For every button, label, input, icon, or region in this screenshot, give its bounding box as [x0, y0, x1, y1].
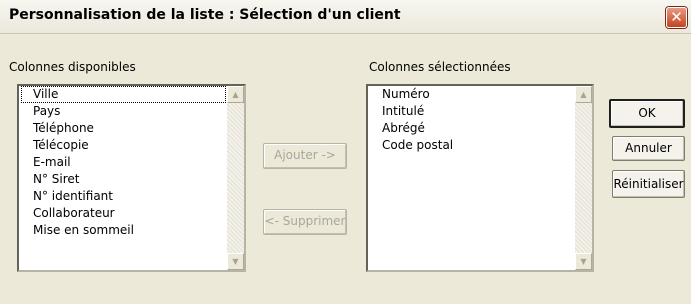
scroll-up-icon[interactable]: ▲	[227, 86, 244, 103]
cancel-button[interactable]: Annuler	[612, 136, 685, 161]
list-item[interactable]: Collaborateur	[21, 205, 226, 222]
list-item[interactable]: Mise en sommeil	[21, 222, 226, 239]
scroll-down-icon[interactable]: ▼	[575, 253, 592, 270]
list-item[interactable]: Intitulé	[370, 103, 574, 120]
list-item[interactable]: E-mail	[21, 154, 226, 171]
selected-items: Numéro Intitulé Abrégé Code postal	[370, 86, 574, 270]
list-item[interactable]: Code postal	[370, 137, 574, 154]
list-item[interactable]: Pays	[21, 103, 226, 120]
available-columns-label: Colonnes disponibles	[9, 60, 136, 74]
list-item[interactable]: Ville	[21, 86, 226, 103]
remove-button[interactable]: <- Supprimer	[263, 209, 347, 235]
available-items: Ville Pays Téléphone Télécopie E-mail N° Sire…	[21, 86, 226, 270]
close-icon[interactable]: ✕	[666, 7, 687, 28]
list-item[interactable]: N° identifiant	[21, 188, 226, 205]
add-button[interactable]: Ajouter ->	[263, 143, 347, 169]
window-title: Personnalisation de la liste : Sélection…	[9, 7, 401, 23]
selected-scrollbar[interactable]: ▲ ▼	[575, 86, 592, 270]
list-item[interactable]: Abrégé	[370, 120, 574, 137]
reset-button[interactable]: Réinitialiser	[612, 170, 685, 198]
title-bar[interactable]: Personnalisation de la liste : Sélection…	[0, 0, 691, 34]
list-item[interactable]: N° Siret	[21, 171, 226, 188]
selected-columns-label: Colonnes sélectionnées	[369, 60, 511, 74]
scroll-up-icon[interactable]: ▲	[575, 86, 592, 103]
ok-button[interactable]: OK	[609, 99, 685, 128]
scroll-down-icon[interactable]: ▼	[227, 253, 244, 270]
available-scrollbar[interactable]: ▲ ▼	[227, 86, 244, 270]
list-item[interactable]: Télécopie	[21, 137, 226, 154]
list-item[interactable]: Numéro	[370, 86, 574, 103]
selected-columns-list[interactable]: Numéro Intitulé Abrégé Code postal ▲ ▼	[366, 84, 594, 272]
list-item[interactable]: Téléphone	[21, 120, 226, 137]
available-columns-list[interactable]: Ville Pays Téléphone Télécopie E-mail N° Sire…	[17, 84, 246, 272]
